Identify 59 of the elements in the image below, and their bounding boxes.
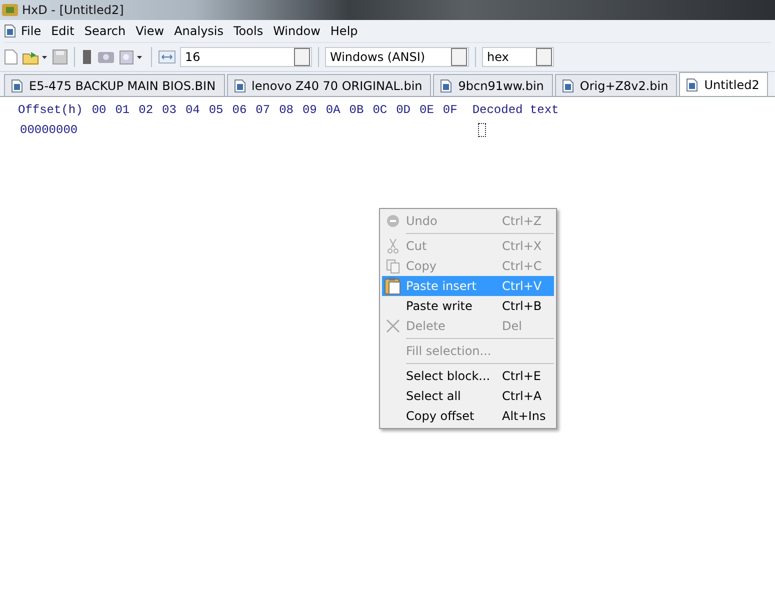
context-menu-item[interactable]: Copy offset Alt+Ins <box>382 406 554 426</box>
column-header: 0B <box>349 103 364 117</box>
text-cursor <box>478 123 486 137</box>
document-icon <box>440 78 452 92</box>
open-folder-icon[interactable] <box>22 49 48 65</box>
column-header: 05 <box>208 103 224 117</box>
menu-item[interactable]: Edit <box>46 24 80 38</box>
column-header: 0A <box>326 103 340 117</box>
column-header: 04 <box>185 103 200 117</box>
context-menu-item[interactable]: Select all Ctrl+A <box>382 386 554 406</box>
menu-item[interactable]: Help <box>325 24 363 38</box>
column-header: 0E <box>420 103 434 117</box>
undo-icon <box>386 214 400 228</box>
offset-header: Offset(h) <box>18 103 83 117</box>
column-header: 01 <box>115 103 130 117</box>
menu-item[interactable]: Analysis <box>169 24 229 38</box>
context-menu-item[interactable]: Paste write Ctrl+B <box>382 296 554 316</box>
scissors-icon <box>387 238 399 254</box>
column-header: 00 <box>92 103 106 117</box>
menu-item[interactable]: Tools <box>228 24 268 38</box>
file-tab[interactable]: 9bcn91ww.bin <box>433 74 553 96</box>
document-icon <box>562 78 574 92</box>
window-title: HxD - [Untitled2] <box>22 3 124 17</box>
app-icon <box>2 3 18 17</box>
column-header: 08 <box>279 103 294 117</box>
row-offset: 00000000 <box>20 123 78 137</box>
column-header: 07 <box>256 103 270 117</box>
new-file-icon[interactable] <box>4 49 18 65</box>
save-icon[interactable] <box>52 49 68 65</box>
column-header: 0C <box>372 103 388 117</box>
column-header: 09 <box>302 103 317 117</box>
memory-chip-icon[interactable] <box>81 49 93 65</box>
column-header: 0F <box>442 103 458 117</box>
bytes-per-row-dropdown[interactable]: 16 <box>180 47 312 67</box>
copy-icon <box>386 258 400 274</box>
document-icon <box>234 78 246 92</box>
document-icon <box>11 78 23 92</box>
decoded-text-header: Decoded text <box>472 103 559 117</box>
file-tab[interactable]: Untitled2 <box>679 72 768 96</box>
menu-item[interactable]: View <box>130 24 170 38</box>
context-menu-item[interactable]: Select block... Ctrl+E <box>382 366 554 386</box>
column-header: 03 <box>162 103 176 117</box>
delete-icon <box>386 319 400 333</box>
document-icon <box>4 24 16 38</box>
menu-item[interactable]: Search <box>79 24 131 38</box>
charset-dropdown[interactable]: Windows (ANSI) <box>325 47 469 67</box>
menu-item[interactable]: Window <box>268 24 326 38</box>
offset-base-dropdown[interactable]: hex <box>482 47 554 67</box>
file-tab[interactable]: lenovo Z40 70 ORIGINAL.bin <box>226 74 432 96</box>
disk-image-icon[interactable] <box>119 49 145 65</box>
column-header: 0D <box>396 103 410 117</box>
document-icon <box>686 78 698 92</box>
column-header: 06 <box>232 103 247 117</box>
column-header: 02 <box>138 103 154 117</box>
file-tab[interactable]: Orig+Z8v2.bin <box>554 74 678 96</box>
file-tab[interactable]: E5-475 BACKUP MAIN BIOS.BIN <box>4 74 225 96</box>
clipboard-icon <box>384 277 402 295</box>
menu-item[interactable]: File <box>16 24 46 38</box>
column-width-icon <box>158 50 176 64</box>
